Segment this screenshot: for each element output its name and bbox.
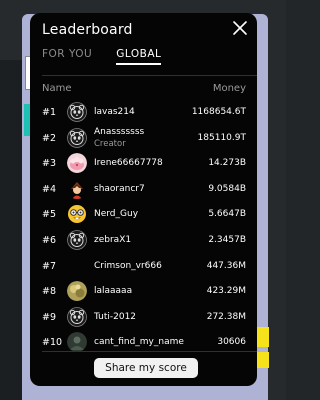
column-header-money: Money: [212, 83, 246, 94]
row-player-name: Nerd_Guy: [94, 209, 139, 220]
panda-icon: [67, 102, 87, 122]
panda-icon: [67, 230, 87, 250]
panda-icon: [67, 306, 87, 327]
leaderboard-row[interactable]: #10 cant_find_my_name 30606: [30, 330, 257, 356]
row-money: 5.6647B: [208, 209, 246, 220]
row-rank: #2: [42, 132, 57, 144]
row-rank: #6: [42, 234, 57, 246]
leaderboard-row[interactable]: #2 Anasssssss Creator 185110.9T: [30, 126, 257, 152]
leaderboard-tabs: FOR YOU GLOBAL: [42, 48, 162, 65]
row-player-name: lavas214: [94, 107, 135, 117]
row-money: 2.3457B: [208, 234, 246, 245]
background-yellow-block-2: [257, 352, 269, 368]
row-rank: #9: [42, 311, 57, 323]
row-player-name: Anasssssss: [94, 126, 145, 137]
leaderboard-modal: Leaderboard FOR YOU GLOBAL Name Money #1…: [30, 13, 257, 386]
row-money: 30606: [217, 337, 246, 348]
row-player-name: Crimson_vr666: [94, 260, 162, 271]
row-player-name: zebraX1: [94, 234, 132, 245]
leaderboard-list: #1 lavas214 1168654.6T #2 Anasssssss Cre…: [30, 100, 257, 356]
row-rank: #3: [42, 158, 57, 170]
row-money: 9.0584B: [208, 183, 246, 194]
row-money: 1168654.6T: [191, 107, 246, 117]
modal-title: Leaderboard: [42, 22, 133, 38]
tab-for-you[interactable]: FOR YOU: [42, 48, 92, 65]
character-icon: [67, 178, 87, 199]
tab-divider: [42, 75, 257, 76]
row-player-name: Irene66667778: [94, 158, 163, 169]
photo-icon: [67, 281, 87, 302]
row-rank: #5: [42, 209, 57, 221]
leaderboard-row[interactable]: #1 lavas214 1168654.6T: [30, 100, 257, 126]
row-money: 423.29M: [206, 286, 246, 297]
panda-icon: [67, 127, 87, 148]
pink-cake-icon: [67, 153, 87, 174]
leaderboard-row[interactable]: #6 zebraX1 2.3457B: [30, 228, 257, 254]
row-player-name: cant_find_my_name: [94, 337, 184, 348]
row-money: 447.36M: [206, 260, 246, 271]
close-button[interactable]: [232, 20, 248, 36]
leaderboard-row[interactable]: #7 Crimson_vr666 447.36M: [30, 254, 257, 280]
leaderboard-row[interactable]: #9 Tuti-2012 272.38M: [30, 305, 257, 331]
row-rank: #7: [42, 260, 57, 272]
row-rank: #1: [42, 107, 57, 118]
nerd-emoji-icon: [68, 205, 86, 224]
leaderboard-row[interactable]: #5 Nerd_Guy 5.6647B: [30, 202, 257, 228]
row-rank: #8: [42, 286, 57, 298]
tab-global[interactable]: GLOBAL: [116, 48, 162, 65]
leaderboard-row[interactable]: #4 shaorancr7 9.0584B: [30, 177, 257, 203]
row-rank: #10: [42, 337, 63, 349]
row-player-name: Tuti-2012: [94, 311, 137, 322]
row-money: 14.273B: [208, 158, 246, 169]
share-my-score-button[interactable]: Share my score: [94, 358, 198, 378]
row-player-name: lalaaaaa: [94, 286, 133, 297]
background-yellow-block-1: [257, 327, 269, 347]
background-left-bar: [0, 60, 22, 400]
leaderboard-row[interactable]: #3 Irene66667778 14.273B: [30, 151, 257, 177]
leaderboard-row[interactable]: #8 lalaaaaa 423.29M: [30, 279, 257, 305]
column-header-name: Name: [42, 83, 72, 94]
row-money: 185110.9T: [197, 132, 246, 143]
row-rank: #4: [42, 183, 57, 195]
row-player-name: shaorancr7: [94, 183, 145, 194]
row-player-role: Creator: [94, 138, 126, 149]
photo-dark-icon: [67, 332, 87, 353]
close-icon: [233, 21, 247, 35]
bottom-divider: [42, 351, 257, 352]
row-money: 272.38M: [206, 311, 246, 322]
